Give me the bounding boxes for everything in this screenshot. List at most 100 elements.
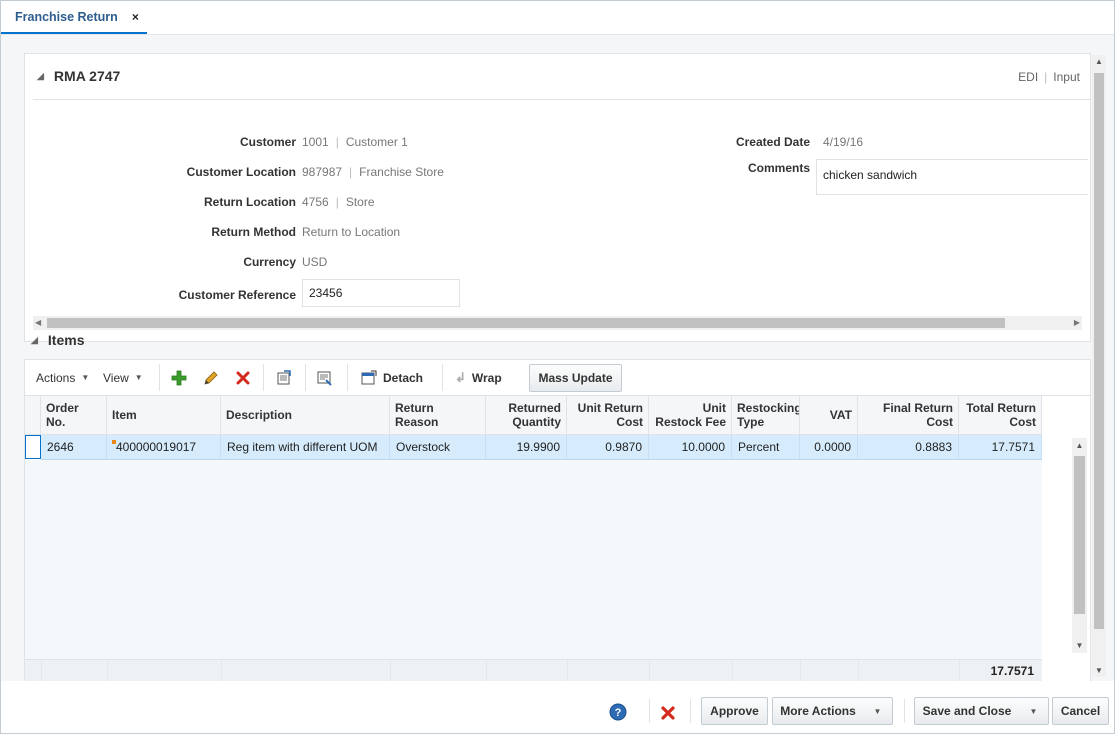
rma-header[interactable]: ◢ RMA 2747 xyxy=(37,68,120,84)
view-menu[interactable]: View ▼ xyxy=(103,360,143,395)
cell-return-reason: Overstock xyxy=(390,435,486,459)
help-icon[interactable]: ? xyxy=(609,703,627,721)
wrap-button[interactable]: ↲ Wrap xyxy=(455,360,502,395)
cell-returned-quantity: 19.9900 xyxy=(486,435,567,459)
cell-total-return-cost: 17.7571 xyxy=(959,435,1042,459)
col-item[interactable]: Item xyxy=(107,396,221,434)
rma-panel: ◢ RMA 2747 EDI | Input Customer 1001 | Custo… xyxy=(24,53,1091,342)
items-title: Items xyxy=(47,332,85,348)
edi-link: EDI xyxy=(1018,70,1039,84)
scroll-left-icon[interactable]: ◀ xyxy=(35,316,41,330)
col-order-no[interactable]: Order No. xyxy=(41,396,107,434)
customer-location-value: 987987 | Franchise Store xyxy=(302,165,444,179)
tab-franchise-return[interactable]: Franchise Return × xyxy=(1,1,147,34)
scroll-right-icon[interactable]: ▶ xyxy=(1074,316,1080,330)
return-location-label: Return Location xyxy=(204,195,296,209)
customer-label: Customer xyxy=(239,135,296,149)
wrap-icon: ↲ xyxy=(455,369,466,385)
collapse-triangle-icon[interactable]: ◢ xyxy=(31,335,38,346)
scroll-up-icon[interactable]: ▲ xyxy=(1072,441,1087,450)
col-final-return-cost[interactable]: Final Return Cost xyxy=(858,396,959,434)
col-return-reason[interactable]: Return Reason xyxy=(390,396,486,434)
scroll-thumb[interactable] xyxy=(47,318,1005,328)
actions-menu[interactable]: Actions ▼ xyxy=(36,360,89,395)
col-vat[interactable]: VAT xyxy=(800,396,858,434)
scroll-down-icon[interactable]: ▼ xyxy=(1092,666,1106,675)
cell-unit-restock-fee: 10.0000 xyxy=(649,435,732,459)
items-header[interactable]: ◢ Items xyxy=(31,332,85,348)
items-panel: Actions ▼ View ▼ Detach ↲ Wrap Mass Upda… xyxy=(24,359,1091,684)
currency-value: USD xyxy=(302,255,328,269)
more-actions-dropdown[interactable]: ▼ xyxy=(863,697,893,725)
delete-icon[interactable] xyxy=(660,705,676,721)
cell-order-no: 2646 xyxy=(41,435,107,459)
cell-final-return-cost: 0.8883 xyxy=(858,435,959,459)
delete-icon[interactable] xyxy=(233,368,253,388)
currency-label: Currency xyxy=(243,255,296,269)
detach-button[interactable]: Detach xyxy=(361,360,423,395)
customer-reference-input[interactable]: 23456 xyxy=(302,279,460,307)
comments-label: Comments xyxy=(747,161,810,175)
comments-textarea[interactable]: chicken sandwich xyxy=(816,159,1088,195)
caret-down-icon: ▼ xyxy=(81,373,90,382)
export-icon[interactable] xyxy=(274,368,294,388)
col-description[interactable]: Description xyxy=(221,396,390,434)
cell-unit-return-cost: 0.9870 xyxy=(567,435,649,459)
return-method-label: Return Method xyxy=(211,225,296,239)
tab-label: Franchise Return xyxy=(15,9,118,24)
cell-description: Reg item with different UOM xyxy=(221,435,390,459)
rma-title: RMA 2747 xyxy=(53,68,121,84)
bottom-button-bar: ? Approve More Actions ▼ Save and Close … xyxy=(1,681,1114,733)
table-header: Order No. Item Description Return Reason … xyxy=(25,396,1042,435)
rma-links: EDI | Input xyxy=(1018,70,1080,84)
col-total-return-cost[interactable]: Total Return Cost xyxy=(959,396,1042,434)
more-actions-button[interactable]: More Actions xyxy=(772,697,864,725)
horizontal-scrollbar[interactable]: ◀ ▶ xyxy=(33,316,1082,330)
cancel-button[interactable]: Cancel xyxy=(1052,697,1109,725)
col-returned-quantity[interactable]: Returned Quantity xyxy=(486,396,567,434)
scroll-thumb[interactable] xyxy=(1094,73,1104,629)
add-icon[interactable] xyxy=(169,368,189,388)
cell-vat: 0.0000 xyxy=(800,435,858,459)
svg-text:?: ? xyxy=(615,707,622,719)
customer-reference-label: Customer Reference xyxy=(178,288,296,302)
scroll-down-icon[interactable]: ▼ xyxy=(1072,641,1087,650)
created-date-label: Created Date xyxy=(735,135,810,149)
scroll-thumb[interactable] xyxy=(1074,456,1085,614)
mass-update-button[interactable]: Mass Update xyxy=(529,364,622,392)
table-vertical-scrollbar[interactable]: ▲ ▼ xyxy=(1072,438,1087,653)
col-unit-return-cost[interactable]: Unit Return Cost xyxy=(567,396,649,434)
page-vertical-scrollbar[interactable]: ▲ ▼ xyxy=(1092,55,1106,677)
col-unit-restock-fee[interactable]: Unit Restock Fee xyxy=(649,396,732,434)
cell-item: 400000019017 xyxy=(107,435,221,459)
save-and-close-dropdown[interactable]: ▼ xyxy=(1019,697,1049,725)
total-return-cost-sum: 17.7571 xyxy=(990,664,1034,678)
main-content: ◢ RMA 2747 EDI | Input Customer 1001 | Custo… xyxy=(1,35,1114,684)
cell-restocking-type: Percent xyxy=(732,435,800,459)
detach-icon xyxy=(361,370,377,384)
scroll-up-icon[interactable]: ▲ xyxy=(1092,57,1106,66)
collapse-triangle-icon[interactable]: ◢ xyxy=(37,71,44,82)
input-link: Input xyxy=(1053,70,1080,84)
edit-pencil-icon[interactable] xyxy=(201,368,221,388)
items-toolbar: Actions ▼ View ▼ Detach ↲ Wrap Mass Upda… xyxy=(25,360,1090,396)
caret-down-icon: ▼ xyxy=(1029,706,1038,716)
customer-location-label: Customer Location xyxy=(186,165,296,179)
return-location-value: 4756 | Store xyxy=(302,195,375,209)
divider xyxy=(33,99,1090,100)
close-icon[interactable]: × xyxy=(132,10,139,24)
caret-down-icon: ▼ xyxy=(873,706,882,716)
row-selector[interactable] xyxy=(25,435,41,459)
save-and-close-button[interactable]: Save and Close xyxy=(914,697,1020,725)
query-by-example-icon[interactable] xyxy=(315,368,335,388)
app-window: Franchise Return × ◢ RMA 2747 EDI | Input … xyxy=(0,0,1115,734)
col-restocking-type[interactable]: Restocking Type xyxy=(732,396,800,434)
tab-bar: Franchise Return × xyxy=(1,1,1114,35)
customer-value: 1001 | Customer 1 xyxy=(302,135,408,149)
table-body-empty xyxy=(25,460,1042,659)
table-footer: 17.7571 xyxy=(25,659,1042,683)
approve-button[interactable]: Approve xyxy=(701,697,768,725)
return-method-value: Return to Location xyxy=(302,225,401,239)
table-row[interactable]: 2646 400000019017 Reg item with differen… xyxy=(41,435,1042,460)
created-date-value: 4/19/16 xyxy=(823,135,864,149)
